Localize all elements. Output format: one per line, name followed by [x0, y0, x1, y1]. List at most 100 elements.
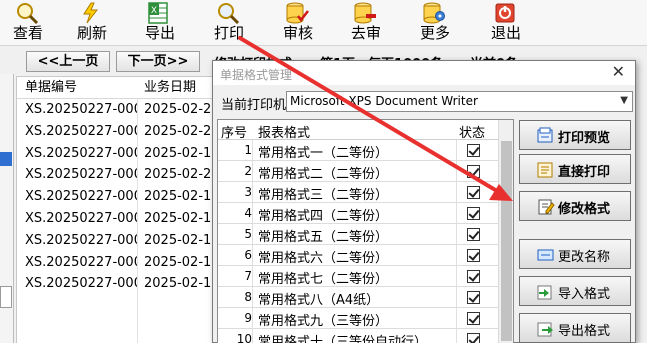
format-seq: 7	[244, 269, 252, 283]
left-combo[interactable]	[0, 286, 12, 308]
format-seq: 6	[244, 248, 252, 262]
direct-print-icon	[537, 162, 553, 178]
format-status-checkbox[interactable]	[467, 207, 480, 220]
direct-print-label: 直接打印	[558, 165, 611, 180]
exit-button[interactable]: 退出	[478, 0, 534, 46]
edit-format-label: 修改格式	[558, 202, 611, 217]
approve-label: 审核	[282, 24, 313, 42]
format-status-checkbox[interactable]	[467, 270, 480, 283]
edit-format-button[interactable]: 修改格式	[519, 191, 631, 221]
grid-cell-doc-no[interactable]: XS.20250227-00009	[25, 99, 137, 120]
export-format-button[interactable]: 导出格式	[519, 313, 631, 343]
format-name: 常用格式四（二等份）	[258, 209, 389, 224]
format-row[interactable]: 7 常用格式七（二等份）	[218, 266, 498, 287]
grid-cell-doc-no[interactable]: XS.20250227-00005	[25, 186, 137, 207]
view-button[interactable]: 查看	[0, 0, 56, 46]
next-page-button[interactable]: 下一页>>	[116, 51, 200, 72]
rename-button[interactable]: 更改名称	[519, 239, 631, 269]
selection-marker	[0, 152, 12, 166]
scrollbar-thumb[interactable]	[501, 141, 512, 341]
format-name: 常用格式九（三等份）	[258, 314, 389, 329]
grid-column-separator	[137, 77, 138, 343]
format-status-checkbox[interactable]	[467, 333, 480, 343]
format-status-checkbox[interactable]	[467, 249, 480, 262]
format-row[interactable]: 9 常用格式九（三等份）	[218, 308, 498, 329]
import-format-button[interactable]: 导入格式	[519, 276, 631, 306]
unapprove-button[interactable]: 去审	[338, 0, 394, 46]
print-preview-button[interactable]: 打印预览	[519, 120, 631, 150]
grid-cell-doc-no[interactable]: XS.20250227-00003	[25, 230, 137, 251]
header-format: 报表格式	[258, 126, 311, 141]
format-row[interactable]: 6 常用格式六（二等份）	[218, 245, 498, 266]
grid-header: 单据编号 业务日期	[17, 77, 237, 99]
print-preview-label: 打印预览	[558, 131, 611, 146]
import-format-label: 导入格式	[558, 287, 611, 302]
header-seq: 序号	[221, 126, 248, 141]
print-button[interactable]: 打印	[201, 0, 257, 46]
grid-cell-doc-no[interactable]: XS.20250227-00004	[25, 208, 137, 229]
database-unapprove-icon	[354, 2, 376, 24]
format-seq: 2	[244, 164, 252, 178]
format-name: 常用格式十（三等份自动行）	[258, 335, 428, 343]
format-name: 常用格式五（二等份）	[258, 230, 389, 245]
database-approve-icon	[286, 2, 309, 24]
format-row[interactable]: 5 常用格式五（二等份）	[218, 224, 498, 245]
export-format-label: 导出格式	[558, 324, 611, 339]
magnifier-icon	[17, 3, 39, 24]
format-row[interactable]: 1 常用格式一（二等份）	[218, 140, 498, 161]
refresh-button[interactable]: 刷新	[64, 0, 120, 46]
format-seq: 10	[236, 332, 252, 343]
grid-cell-doc-no[interactable]: XS.20250227-00006	[25, 164, 137, 185]
format-row[interactable]: 8 常用格式八（A4纸）	[218, 287, 498, 308]
header-status: 状态	[459, 126, 486, 141]
format-table-scrollbar[interactable]	[498, 120, 513, 343]
grid-cell-doc-no[interactable]: XS.20250227-00007	[25, 143, 137, 164]
prev-page-button[interactable]: <<上一页	[26, 51, 110, 72]
format-name: 常用格式六（二等份）	[258, 251, 389, 266]
format-row[interactable]: 3 常用格式三（二等份）	[218, 182, 498, 203]
printer-select[interactable]: Microsoft XPS Document Writer ▼	[286, 91, 633, 112]
grid-cell-doc-no[interactable]: XS.20250227-00001	[25, 273, 137, 294]
format-name: 常用格式七（二等份）	[258, 272, 389, 287]
format-table-header: 序号 报表格式 状态	[218, 120, 513, 141]
direct-print-button[interactable]: 直接打印	[519, 154, 631, 184]
database-gear-icon	[423, 2, 445, 24]
format-status-checkbox[interactable]	[467, 144, 480, 157]
magnifier-print-icon	[218, 3, 240, 24]
approve-button[interactable]: 审核	[270, 0, 326, 46]
format-status-checkbox[interactable]	[467, 228, 480, 241]
dialog-titlebar[interactable]: 单据格式管理 ✕	[213, 61, 635, 85]
format-seq: 1	[244, 143, 252, 157]
format-status-checkbox[interactable]	[467, 291, 480, 304]
format-row[interactable]: 2 常用格式二（二等份）	[218, 161, 498, 182]
grid-cell-doc-no[interactable]: XS.20250227-00008	[25, 121, 137, 142]
format-name: 常用格式八（A4纸）	[258, 293, 380, 308]
format-name: 常用格式三（二等份）	[258, 188, 389, 203]
export-button[interactable]: X 导出	[132, 0, 188, 46]
edit-format-icon	[538, 199, 555, 215]
exit-label: 退出	[490, 24, 521, 42]
print-label: 打印	[213, 24, 244, 42]
exit-icon	[495, 3, 515, 23]
format-manager-dialog: 单据格式管理 ✕ 当前打印机 Microsoft XPS Document Wr…	[212, 60, 636, 343]
close-icon[interactable]: ✕	[612, 64, 625, 80]
format-seq: 4	[244, 206, 252, 220]
chevron-down-icon[interactable]: ▼	[620, 95, 628, 106]
format-seq: 9	[244, 311, 252, 325]
format-name: 常用格式二（二等份）	[258, 167, 389, 182]
format-status-checkbox[interactable]	[467, 312, 480, 325]
export-label: 导出	[144, 24, 175, 42]
export-icon	[537, 322, 553, 337]
more-label: 更多	[419, 24, 450, 42]
svg-text:X: X	[151, 6, 157, 16]
format-status-checkbox[interactable]	[467, 165, 480, 178]
unapprove-label: 去审	[350, 24, 381, 42]
format-row[interactable]: 10 常用格式十（三等份自动行）	[218, 329, 498, 343]
grid-cell-doc-no[interactable]: XS.20250227-00002	[25, 252, 137, 273]
rename-icon	[537, 249, 554, 261]
more-button[interactable]: 更多	[407, 0, 463, 46]
format-status-checkbox[interactable]	[467, 186, 480, 199]
format-row[interactable]: 4 常用格式四（二等份）	[218, 203, 498, 224]
header-doc-no[interactable]: 单据编号	[25, 77, 137, 98]
excel-icon: X	[148, 2, 168, 24]
